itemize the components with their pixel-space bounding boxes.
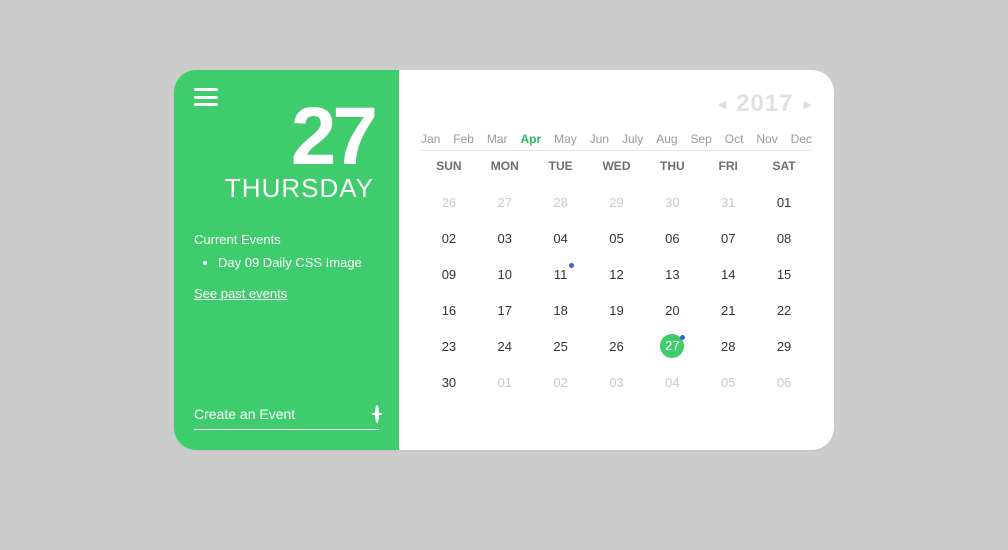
event-dot-icon bbox=[680, 335, 685, 340]
day-cell[interactable]: 15 bbox=[756, 257, 812, 293]
prev-year-icon[interactable]: ◀ bbox=[718, 98, 726, 111]
day-cell[interactable]: 30 bbox=[421, 365, 477, 401]
month-mar[interactable]: Mar bbox=[487, 132, 508, 146]
next-year-icon[interactable]: ▶ bbox=[804, 98, 812, 111]
day-cell[interactable]: 17 bbox=[477, 293, 533, 329]
weekday-header: SUN bbox=[421, 159, 477, 173]
month-oct[interactable]: Oct bbox=[725, 132, 744, 146]
days-grid: 2627282930310102030405060708091011121314… bbox=[421, 185, 812, 435]
day-cell[interactable]: 04 bbox=[644, 365, 700, 401]
months-row: Jan Feb Mar Apr May Jun July Aug Sep Oct Nov Dec bbox=[421, 132, 812, 151]
day-cell[interactable]: 29 bbox=[589, 185, 645, 221]
day-cell[interactable]: 01 bbox=[477, 365, 533, 401]
day-cell[interactable]: 31 bbox=[700, 185, 756, 221]
day-cell[interactable]: 07 bbox=[700, 221, 756, 257]
day-cell[interactable]: 02 bbox=[533, 365, 589, 401]
event-item[interactable]: Day 09 Daily CSS Image bbox=[218, 255, 379, 270]
day-cell[interactable]: 03 bbox=[589, 365, 645, 401]
month-jan[interactable]: Jan bbox=[421, 132, 440, 146]
events-list: Day 09 Daily CSS Image bbox=[194, 255, 379, 270]
plus-icon[interactable] bbox=[375, 405, 379, 423]
day-cell[interactable]: 08 bbox=[756, 221, 812, 257]
day-cell[interactable]: 06 bbox=[644, 221, 700, 257]
month-nov[interactable]: Nov bbox=[756, 132, 777, 146]
weekday-header: SAT bbox=[756, 159, 812, 173]
sidebar: 27 THURSDAY Current Events Day 09 Daily … bbox=[174, 70, 399, 450]
calendar-widget: 27 THURSDAY Current Events Day 09 Daily … bbox=[174, 70, 834, 450]
day-cell[interactable]: 28 bbox=[533, 185, 589, 221]
month-sep[interactable]: Sep bbox=[691, 132, 712, 146]
weekday-header: WED bbox=[589, 159, 645, 173]
month-apr[interactable]: Apr bbox=[520, 132, 541, 146]
day-cell[interactable]: 22 bbox=[756, 293, 812, 329]
events-heading: Current Events bbox=[194, 232, 379, 247]
day-cell[interactable]: 04 bbox=[533, 221, 589, 257]
day-cell[interactable]: 05 bbox=[700, 365, 756, 401]
day-cell[interactable]: 09 bbox=[421, 257, 477, 293]
day-cell[interactable]: 27 bbox=[644, 329, 700, 365]
day-cell[interactable]: 23 bbox=[421, 329, 477, 365]
day-cell[interactable]: 28 bbox=[700, 329, 756, 365]
day-cell[interactable]: 10 bbox=[477, 257, 533, 293]
month-may[interactable]: May bbox=[554, 132, 577, 146]
day-cell[interactable]: 21 bbox=[700, 293, 756, 329]
day-cell[interactable]: 24 bbox=[477, 329, 533, 365]
calendar-panel: ◀ 2017 ▶ JanFebMarAprMayJunJulyAugSepOct… bbox=[399, 70, 834, 450]
weekday-header: THU bbox=[644, 159, 700, 173]
weekday-header: FRI bbox=[700, 159, 756, 173]
day-cell[interactable]: 11 bbox=[533, 257, 589, 293]
day-cell[interactable]: 26 bbox=[421, 185, 477, 221]
year-selector: ◀ 2017 ▶ bbox=[421, 90, 812, 118]
day-cell[interactable]: 18 bbox=[533, 293, 589, 329]
day-cell[interactable]: 12 bbox=[589, 257, 645, 293]
month-dec[interactable]: Dec bbox=[791, 132, 812, 146]
day-cell[interactable]: 20 bbox=[644, 293, 700, 329]
day-cell[interactable]: 26 bbox=[589, 329, 645, 365]
create-event-row bbox=[194, 405, 379, 430]
day-cell[interactable]: 27 bbox=[477, 185, 533, 221]
weekday-header: MON bbox=[477, 159, 533, 173]
day-cell[interactable]: 29 bbox=[756, 329, 812, 365]
day-cell[interactable]: 19 bbox=[589, 293, 645, 329]
day-cell[interactable]: 14 bbox=[700, 257, 756, 293]
day-cell[interactable]: 25 bbox=[533, 329, 589, 365]
day-cell[interactable]: 06 bbox=[756, 365, 812, 401]
day-cell[interactable]: 30 bbox=[644, 185, 700, 221]
weekday-header: TUE bbox=[533, 159, 589, 173]
day-cell[interactable]: 01 bbox=[756, 185, 812, 221]
day-cell[interactable]: 13 bbox=[644, 257, 700, 293]
weekday-row: SUNMONTUEWEDTHUFRISAT bbox=[421, 159, 812, 173]
create-event-input[interactable] bbox=[194, 406, 375, 422]
day-cell[interactable]: 03 bbox=[477, 221, 533, 257]
current-weekday: THURSDAY bbox=[194, 173, 374, 204]
current-date-display: 27 THURSDAY bbox=[194, 96, 379, 204]
month-aug[interactable]: Aug bbox=[656, 132, 677, 146]
day-cell[interactable]: 02 bbox=[421, 221, 477, 257]
see-past-events-link[interactable]: See past events bbox=[194, 286, 287, 301]
day-cell[interactable]: 16 bbox=[421, 293, 477, 329]
current-day-number: 27 bbox=[194, 96, 374, 178]
day-cell[interactable]: 05 bbox=[589, 221, 645, 257]
month-jun[interactable]: Jun bbox=[590, 132, 609, 146]
event-dot-icon bbox=[569, 263, 574, 268]
year-label: 2017 bbox=[736, 90, 793, 118]
month-july[interactable]: July bbox=[622, 132, 643, 146]
month-feb[interactable]: Feb bbox=[453, 132, 474, 146]
